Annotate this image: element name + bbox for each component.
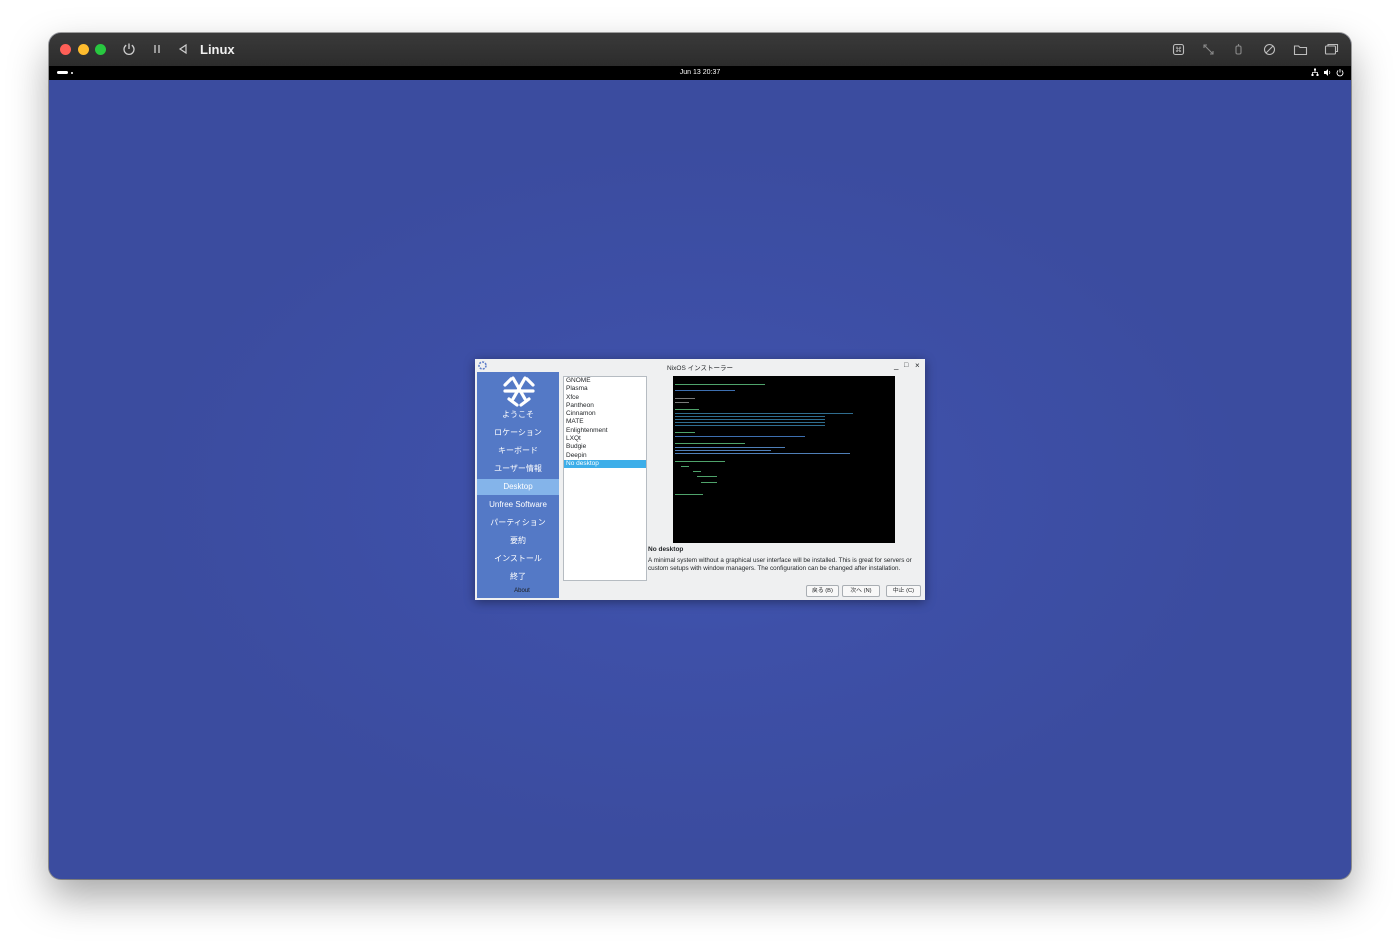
preview-description: A minimal system without a graphical use… (648, 557, 912, 572)
back-button[interactable]: 戻る (B) (806, 585, 839, 597)
sidebar-item-partitions: パーティション (490, 518, 546, 527)
back-icon[interactable] (173, 39, 193, 59)
desktop: NixOS インストーラー _ □ × ようこそ ロケーション キーボード ユー… (49, 80, 1351, 879)
resize-icon[interactable] (1198, 39, 1218, 59)
volume-icon[interactable] (1323, 68, 1331, 77)
vm-titlebar: Linux ⌘ (49, 33, 1351, 66)
window-icon[interactable] (1321, 39, 1341, 59)
list-item[interactable]: Cinnamon (564, 410, 646, 418)
vm-window: Linux ⌘ Jun 13 20:37 NixOS インストーラー _ □ ×… (49, 33, 1351, 879)
list-item[interactable]: LXQt (564, 435, 646, 443)
installer-sidebar: ようこそ ロケーション キーボード ユーザー情報 Desktop Unfree … (477, 372, 559, 598)
sidebar-item-keyboard: キーボード (498, 446, 538, 455)
installer-title: NixOS インストーラー (667, 365, 733, 372)
list-item-selected[interactable]: No desktop (564, 459, 646, 469)
sidebar-item-unfree: Unfree Software (489, 500, 547, 509)
minimize-window-button[interactable] (78, 44, 89, 55)
list-item[interactable]: Pantheon (564, 402, 646, 410)
sidebar-item-users: ユーザー情報 (494, 464, 542, 473)
installer-titlebar[interactable]: NixOS インストーラー _ □ × (475, 359, 925, 372)
nixos-logo-icon (501, 373, 537, 409)
audio-icon[interactable] (1259, 39, 1279, 59)
system-power-icon[interactable] (1336, 68, 1344, 77)
preview-title: No desktop (648, 546, 684, 553)
network-icon[interactable] (1311, 68, 1319, 77)
list-item[interactable]: GNOME (564, 377, 646, 385)
close-window-button[interactable] (60, 44, 71, 55)
list-item[interactable]: Deepin (564, 452, 646, 460)
power-icon[interactable] (119, 39, 139, 59)
desktop-list[interactable]: GNOME Plasma Xfce Pantheon Cinnamon MATE… (563, 376, 647, 581)
sidebar-item-summary: 要約 (510, 536, 526, 545)
preview-screenshot (673, 376, 895, 543)
close-icon[interactable]: × (915, 361, 920, 370)
list-item[interactable]: Xfce (564, 394, 646, 402)
svg-text:⌘: ⌘ (1175, 46, 1182, 54)
sidebar-item-location: ロケーション (494, 428, 542, 437)
clock[interactable]: Jun 13 20:37 (49, 69, 1351, 76)
list-item[interactable]: Budgie (564, 443, 646, 451)
keyboard-icon[interactable]: ⌘ (1168, 39, 1188, 59)
list-item[interactable]: Enlightenment (564, 427, 646, 435)
vm-title: Linux (200, 42, 235, 57)
sidebar-item-finish: 終了 (510, 572, 526, 581)
guest-topbar: Jun 13 20:37 (49, 66, 1351, 80)
sidebar-item-install: インストール (494, 554, 542, 563)
sidebar-item-welcome: ようこそ (502, 410, 534, 419)
installer-window: NixOS インストーラー _ □ × ようこそ ロケーション キーボード ユー… (475, 359, 925, 600)
zoom-window-button[interactable] (95, 44, 106, 55)
folder-icon[interactable] (1290, 39, 1310, 59)
about-link[interactable]: About (481, 588, 563, 594)
list-item[interactable]: Plasma (564, 385, 646, 393)
next-button[interactable]: 次へ (N) (842, 585, 880, 597)
sidebar-item-desktop: Desktop (477, 479, 559, 495)
cancel-button[interactable]: 中止 (C) (886, 585, 921, 597)
usb-icon[interactable] (1228, 39, 1248, 59)
list-item[interactable]: MATE (564, 418, 646, 426)
pause-icon[interactable] (147, 39, 167, 59)
minimize-icon[interactable]: _ (894, 361, 898, 370)
maximize-icon[interactable]: □ (904, 361, 908, 370)
